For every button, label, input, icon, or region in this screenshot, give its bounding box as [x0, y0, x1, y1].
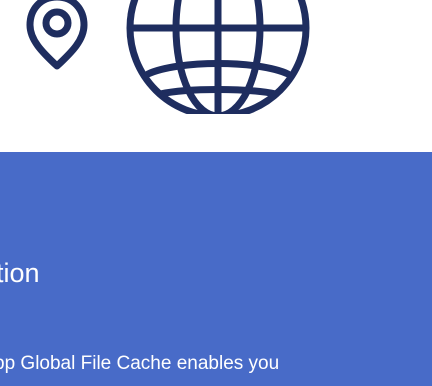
info-panel	[0, 152, 432, 386]
map-pin-icon	[26, 0, 88, 70]
hero-illustration	[0, 0, 432, 152]
globe-icon	[126, 0, 310, 114]
panel-description: pp Global File Cache enables you	[0, 353, 280, 374]
page: tion pp Global File Cache enables you	[0, 0, 432, 386]
panel-title: tion	[0, 258, 40, 288]
